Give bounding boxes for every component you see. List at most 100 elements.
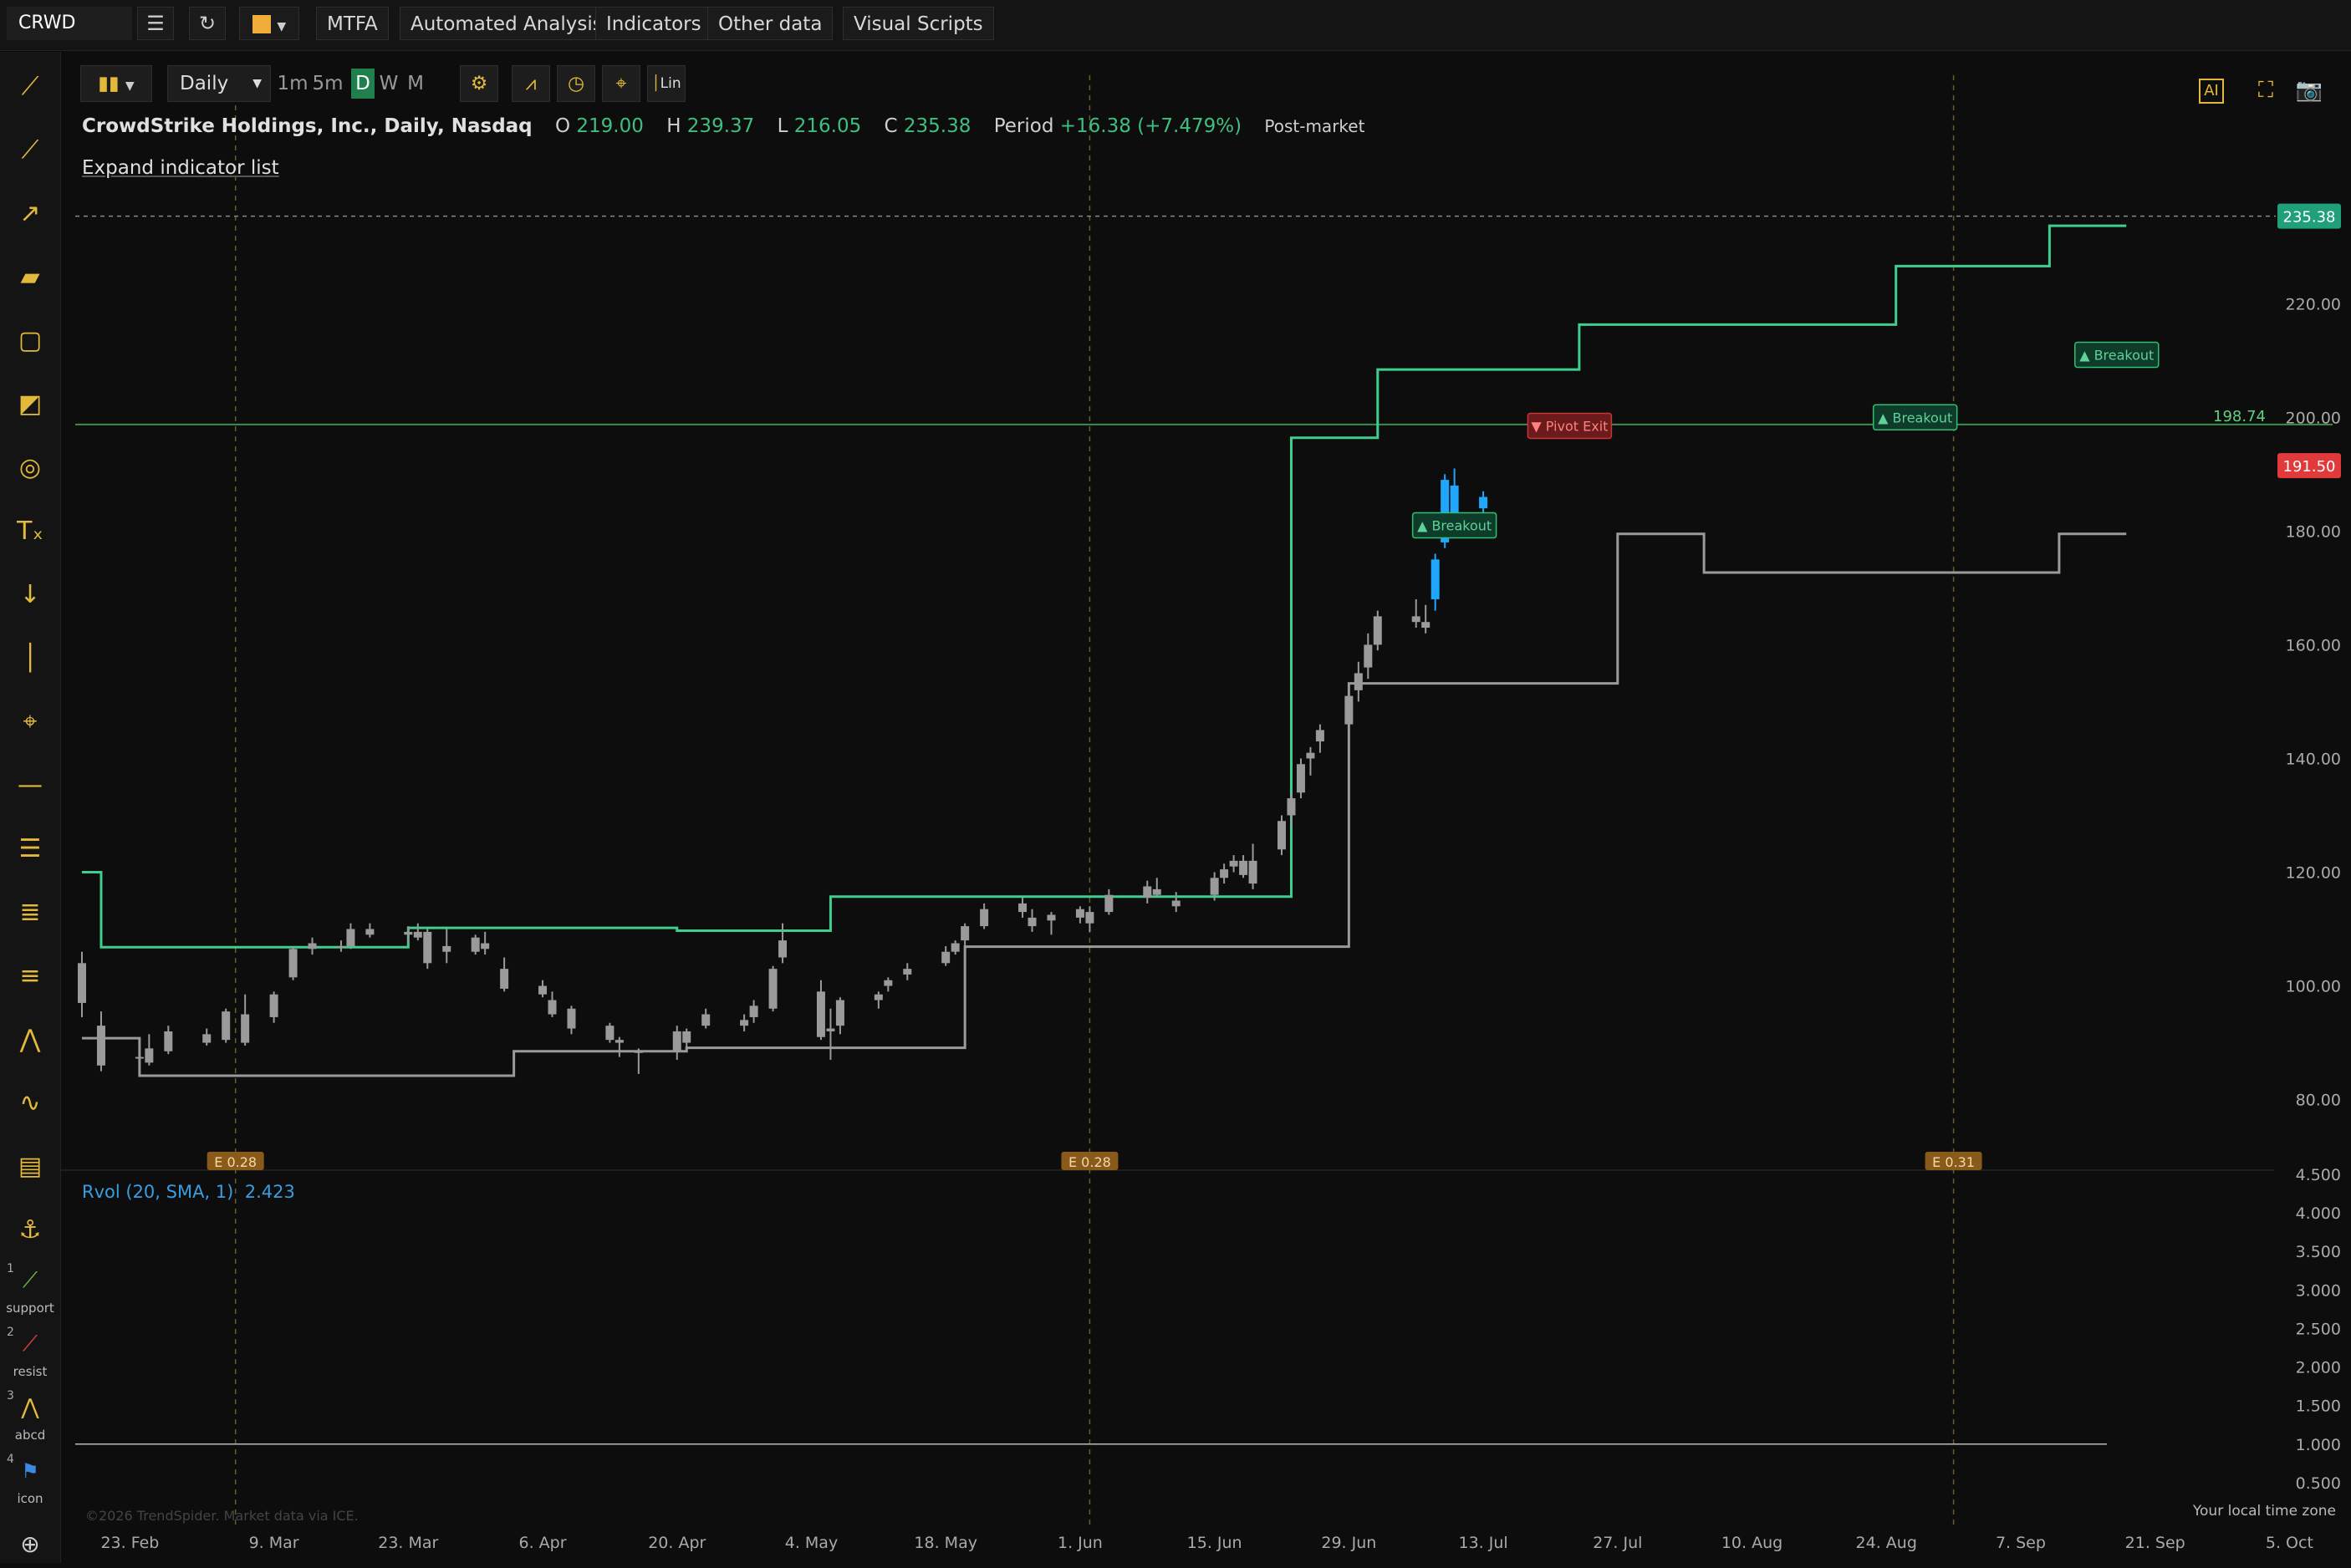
resist-tool-icon[interactable]: ⟋: [7, 1327, 54, 1361]
scale-lin-button[interactable]: │Lin: [647, 65, 686, 102]
volume-profile-tool-icon[interactable]: ▤: [7, 1143, 54, 1190]
timeframe-1m[interactable]: 1m: [276, 69, 309, 99]
candle-body: [241, 1014, 250, 1043]
support-tool-label: support: [6, 1301, 54, 1316]
vertical-line-tool-icon[interactable]: │: [7, 635, 54, 682]
time-axis-tick: 10. Aug: [1721, 1534, 1782, 1552]
circle-tool-icon[interactable]: ◎: [7, 445, 54, 491]
automated-analysis-button[interactable]: Automated Analysis: [400, 7, 614, 40]
timeframe-d[interactable]: D: [351, 69, 375, 99]
candle-body: [835, 1000, 844, 1026]
parallel-lines-tool-icon[interactable]: ≡: [7, 953, 54, 1000]
rvol-name: Rvol (20, SMA, 1): [82, 1182, 234, 1202]
candle-body: [740, 1020, 749, 1026]
candle-body: [903, 969, 912, 975]
settings-gear-icon[interactable]: ⚙: [460, 65, 498, 102]
price-axis-tick: 220.00: [2286, 295, 2341, 313]
chart-canvas[interactable]: 80.00100.00120.00140.00160.00180.00200.0…: [0, 0, 2351, 1563]
timeframe-5m[interactable]: 5m: [311, 69, 344, 99]
candle-body: [538, 985, 548, 995]
watchlist-icon[interactable]: ☰: [137, 7, 174, 40]
period-label: Period: [993, 115, 1054, 137]
color-swatch-icon[interactable]: ▼: [239, 7, 299, 40]
time-axis-tick: 7. Sep: [1996, 1534, 2046, 1552]
candle-body: [1430, 559, 1440, 599]
time-axis-tick: 21. Sep: [2125, 1534, 2185, 1552]
fib-retracement-tool-icon[interactable]: ☰: [7, 826, 54, 873]
fib-fan-tool-icon[interactable]: ≣: [7, 889, 54, 936]
time-axis-tick: 15. Jun: [1187, 1534, 1242, 1552]
horizontal-line-tool-icon[interactable]: —: [7, 762, 54, 809]
candle-body: [1152, 888, 1161, 895]
earnings-label: E 0.28: [1068, 1154, 1111, 1170]
candle-body: [749, 1005, 758, 1017]
scale-lin-label: Lin: [660, 75, 681, 92]
candle-body: [1047, 914, 1056, 921]
ai-icon[interactable]: AI: [2199, 79, 2224, 104]
timeframe-m[interactable]: M: [403, 69, 428, 99]
earnings-label: E 0.31: [1932, 1154, 1975, 1170]
flag-tool-icon[interactable]: ⚑: [7, 1454, 54, 1488]
top-toolbar: CRWD ☰ ↻ ▼ MTFA Automated Analysis Indic…: [0, 0, 2351, 51]
candle-body: [1296, 764, 1305, 793]
candle-body: [202, 1034, 212, 1043]
symbol-input[interactable]: CRWD: [7, 7, 132, 40]
rectangle-tool-icon[interactable]: ▢: [7, 318, 54, 364]
other-data-button[interactable]: Other data: [707, 7, 834, 40]
timeframe-w[interactable]: W: [376, 69, 401, 99]
channel-tool-icon[interactable]: ▰: [7, 254, 54, 301]
mtfa-button[interactable]: MTFA: [316, 7, 389, 40]
candle-body: [346, 929, 355, 946]
interval-select[interactable]: Daily ▼: [167, 65, 271, 102]
low-value: 216.05: [793, 115, 862, 137]
indicator-chart-icon[interactable]: ⩘: [512, 65, 550, 102]
local-timezone-label[interactable]: Your local time zone: [2193, 1503, 2336, 1520]
time-axis-tick: 18. May: [914, 1534, 977, 1552]
candle-body: [1028, 917, 1037, 927]
add-tool-icon[interactable]: ⊕: [7, 1521, 54, 1568]
earnings-label: E 0.28: [214, 1154, 257, 1170]
price-axis-tick: 180.00: [2286, 522, 2341, 541]
time-axis-tick: 29. Jun: [1321, 1534, 1376, 1552]
open-value: 219.00: [576, 115, 644, 137]
time-axis-tick: 6. Apr: [519, 1534, 567, 1552]
fib-box-tool-icon[interactable]: ◩: [7, 381, 54, 428]
time-axis-tick: 23. Mar: [378, 1534, 438, 1552]
fullscreen-icon[interactable]: ⛶: [2249, 74, 2282, 107]
price-axis-tick: 100.00: [2286, 978, 2341, 996]
time-axis-tick: 5. Oct: [2266, 1534, 2313, 1552]
anchor-tool-icon[interactable]: ⚓: [7, 1207, 54, 1254]
chart-type-button[interactable]: ▮▮ ▼: [80, 65, 152, 102]
crosshair-icon[interactable]: ⌖: [602, 65, 640, 102]
candle-body: [1220, 869, 1229, 878]
rvol-axis-tick: 2.500: [2296, 1320, 2341, 1338]
rvol-axis-tick: 4.000: [2296, 1204, 2341, 1223]
ray-tool-icon[interactable]: ⟋: [7, 127, 54, 174]
polyline-tool-icon[interactable]: ⋀: [7, 1016, 54, 1063]
candle-body: [1143, 886, 1152, 899]
crosshair-tool-icon[interactable]: ⌖: [7, 699, 54, 746]
refresh-icon[interactable]: ↻: [189, 7, 226, 40]
low-label: L: [777, 115, 788, 137]
candle-body: [1248, 860, 1257, 884]
price-axis-tick: 80.00: [2296, 1092, 2341, 1110]
rvol-indicator-label[interactable]: Rvol (20, SMA, 1) 2.423: [82, 1182, 295, 1202]
support-tool-icon[interactable]: ⟋: [7, 1264, 54, 1297]
level-line-label: 198.74: [2213, 408, 2266, 425]
text-tool-icon[interactable]: Tₓ: [7, 508, 54, 555]
indicators-button[interactable]: Indicators: [595, 7, 712, 40]
down-arrow-tool-icon[interactable]: ↓: [7, 572, 54, 619]
visual-scripts-button[interactable]: Visual Scripts: [843, 7, 994, 40]
clock-icon[interactable]: ◷: [557, 65, 595, 102]
abcd-tool-icon[interactable]: ⋀: [7, 1391, 54, 1424]
candle-body: [826, 1028, 835, 1031]
expand-indicator-list-link[interactable]: Expand indicator list: [82, 157, 279, 179]
candle-body: [1479, 496, 1488, 509]
camera-icon[interactable]: 📷: [2292, 74, 2326, 107]
price-axis-tick: 140.00: [2286, 750, 2341, 768]
trendline-tool-icon[interactable]: ⟋: [7, 64, 54, 110]
rvol-axis-tick: 1.000: [2296, 1436, 2341, 1454]
time-axis-tick: 1. Jun: [1058, 1534, 1103, 1552]
curve-tool-icon[interactable]: ∿: [7, 1080, 54, 1127]
arrow-tool-icon[interactable]: ↗: [7, 191, 54, 237]
